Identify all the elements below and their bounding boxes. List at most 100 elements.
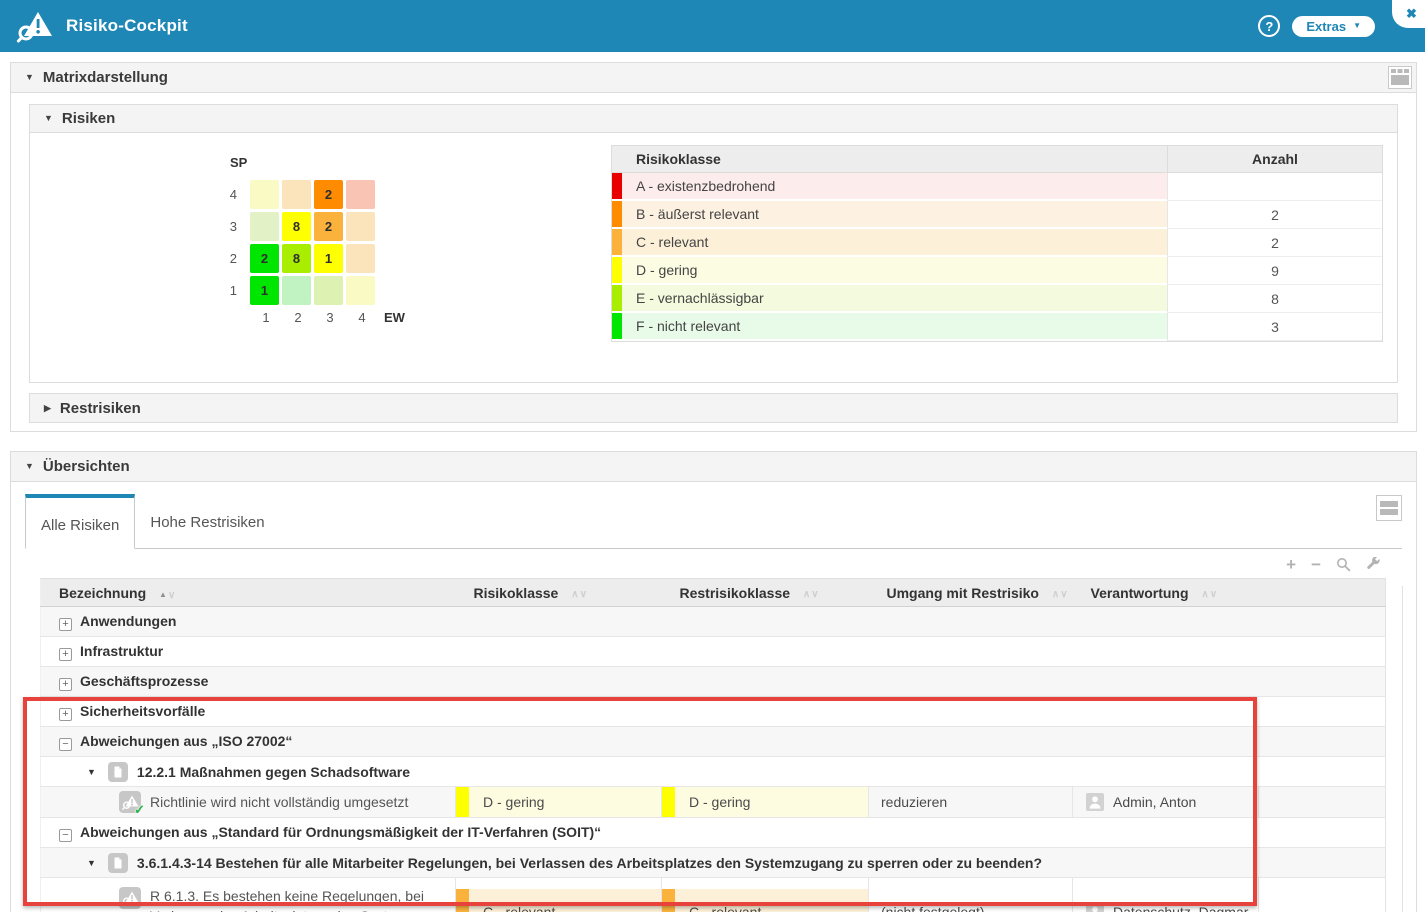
table-row-sicherheitsvorfaelle[interactable]: +Sicherheitsvorfälle	[41, 697, 1386, 727]
empty-cell	[1259, 878, 1386, 912]
expand-icon[interactable]: +	[59, 648, 72, 661]
help-button[interactable]: ?	[1258, 15, 1280, 37]
y-tick: 4	[216, 187, 250, 202]
restrisiken-section-header[interactable]: ▶ Restrisiken	[30, 394, 1397, 422]
matrix-row: 3 8 2	[216, 210, 405, 242]
tab-hohe-restrisiken[interactable]: Hohe Restrisiken	[135, 493, 279, 548]
table-row-massnahme-12-2-1[interactable]: ▼ 12.2.1 Maßnahmen gegen Schadsoftware	[41, 757, 1386, 787]
risk-class-row: C - relevant 2	[612, 229, 1382, 257]
class-count	[1167, 173, 1382, 201]
risk-class-cell: C - relevant	[456, 878, 662, 912]
table-row-anwendungen[interactable]: +Anwendungen	[41, 607, 1386, 637]
table-row-iso27002-group[interactable]: −Abweichungen aus „ISO 27002“	[41, 727, 1386, 757]
chevron-down-icon[interactable]: ▼	[87, 767, 96, 777]
chevron-down-icon: ▼	[25, 462, 34, 471]
table-header-row: Bezeichnung ▲∨ Risikoklasse ∧∨ Restrisik…	[41, 579, 1386, 607]
table-row-massnahme-3-6-1-4-3-14[interactable]: ▼ 3.6.1.4.3-14 Bestehen für alle Mitarbe…	[41, 848, 1386, 878]
column-header-verantwortung[interactable]: Verantwortung ∧∨	[1073, 579, 1259, 607]
collapse-icon[interactable]: −	[59, 738, 72, 751]
table-row-r-6-1-3[interactable]: R 6.1.3. Es bestehen keine Regelungen, b…	[41, 878, 1386, 912]
class-color-bar	[662, 889, 675, 912]
matrix-cell: 2	[314, 180, 343, 209]
sort-asc-icon: ∧	[571, 590, 578, 600]
y-axis-label: SP	[230, 155, 405, 170]
risk-matrix: SP 4 2 3 8	[216, 143, 405, 325]
sort-asc-icon: ▲	[159, 591, 167, 601]
table-row-infrastruktur[interactable]: +Infrastruktur	[41, 637, 1386, 667]
sort-desc-icon: ∨	[1210, 590, 1217, 600]
table-row-soit-group[interactable]: −Abweichungen aus „Standard für Ordnungs…	[41, 818, 1386, 848]
content-area: ▼ Matrixdarstellung ▼	[0, 52, 1425, 912]
wrench-icon[interactable]	[1366, 557, 1381, 572]
matrix-row: 4 2	[216, 178, 405, 210]
matrix-cell	[314, 276, 343, 305]
matrix-cell	[250, 180, 279, 209]
overview-table: Bezeichnung ▲∨ Risikoklasse ∧∨ Restrisik…	[40, 578, 1386, 912]
column-header-anzahl: Anzahl	[1167, 146, 1382, 172]
x-axis: 1 2 3 4 EW	[216, 310, 405, 325]
window-layout-icon[interactable]	[1388, 66, 1412, 93]
person-icon	[1086, 903, 1104, 912]
table-row-richtlinie[interactable]: ✓ Richtlinie wird nicht vollständig umge…	[41, 787, 1386, 818]
restrisiken-section: ▶ Restrisiken	[29, 393, 1398, 423]
chevron-down-icon: ▼	[44, 114, 53, 123]
class-color-bar	[612, 313, 622, 339]
restrisiken-section-title: Restrisiken	[60, 400, 141, 417]
class-count: 3	[1167, 313, 1382, 341]
column-header-bezeichnung[interactable]: Bezeichnung ▲∨	[41, 579, 456, 607]
class-count: 2	[1167, 201, 1382, 229]
extras-button[interactable]: Extras ▼	[1292, 16, 1375, 37]
class-label: A - existenzbedrohend	[636, 178, 775, 194]
risk-item-checked-icon: ✓	[119, 791, 141, 813]
matrix-cell: 8	[282, 244, 311, 273]
matrix-section-header[interactable]: ▼ Matrixdarstellung	[11, 63, 1416, 93]
matrix-cell	[346, 244, 375, 273]
remove-button[interactable]: −	[1311, 556, 1321, 573]
table-row-geschaeftsprozesse[interactable]: +Geschäftsprozesse	[41, 667, 1386, 697]
rows-layout-icon[interactable]	[1376, 495, 1402, 526]
class-color-bar	[612, 173, 622, 199]
class-color-bar	[456, 889, 469, 912]
column-header-risikoklasse: Risikoklasse	[612, 146, 1167, 172]
risiken-section-header[interactable]: ▼ Risiken	[30, 105, 1397, 133]
tab-alle-risiken[interactable]: Alle Risiken	[25, 494, 135, 549]
uebersichten-section: ▼ Übersichten Alle Risiken Hohe Restrisi…	[10, 451, 1417, 912]
class-color-bar	[612, 257, 622, 283]
matrix-section: ▼ Matrixdarstellung ▼	[10, 62, 1417, 432]
close-button[interactable]: ✖	[1392, 0, 1425, 28]
expand-icon[interactable]: +	[59, 708, 72, 721]
class-label: B - äußerst relevant	[636, 206, 759, 222]
matrix-cell: 2	[250, 244, 279, 273]
class-count: 8	[1167, 285, 1382, 313]
expand-icon[interactable]: +	[59, 678, 72, 691]
chevron-down-icon[interactable]: ▼	[87, 858, 96, 868]
matrix-section-body: ▼ Risiken SP 4 2	[11, 93, 1416, 431]
tab-bar: Alle Risiken Hohe Restrisiken	[25, 493, 1402, 549]
document-icon	[108, 853, 128, 873]
extras-label: Extras	[1306, 19, 1346, 34]
uebersichten-section-title: Übersichten	[43, 458, 130, 475]
collapse-icon[interactable]: −	[59, 829, 72, 842]
matrix-cell: 1	[250, 276, 279, 305]
column-header-umgang[interactable]: Umgang mit Restrisiko ∧∨	[869, 579, 1073, 607]
residual-class-cell: D - gering	[662, 787, 869, 818]
y-tick: 2	[216, 251, 250, 266]
matrix-section-title: Matrixdarstellung	[43, 69, 168, 86]
owner-cell: Datenschutz, Dagmar	[1073, 878, 1259, 912]
column-header-empty	[1259, 579, 1386, 607]
risk-class-cell: D - gering	[456, 787, 662, 818]
uebersichten-body: Alle Risiken Hohe Restrisiken +	[11, 482, 1416, 912]
y-tick: 1	[216, 283, 250, 298]
add-button[interactable]: +	[1286, 556, 1296, 573]
risk-item-icon	[119, 887, 141, 909]
risk-warning-magnifier-icon	[16, 9, 56, 43]
column-header-risikoklasse[interactable]: Risikoklasse ∧∨	[456, 579, 662, 607]
search-icon[interactable]	[1336, 557, 1351, 572]
column-header-restrisikoklasse[interactable]: Restrisikoklasse ∧∨	[662, 579, 869, 607]
expand-icon[interactable]: +	[59, 618, 72, 631]
titlebar: Risiko-Cockpit ? Extras ▼ ✖	[0, 0, 1425, 52]
check-icon: ✓	[134, 802, 145, 818]
uebersichten-section-header[interactable]: ▼ Übersichten	[11, 452, 1416, 482]
risk-class-table: Risikoklasse Anzahl A - existenzbedrohen…	[611, 145, 1383, 342]
y-tick: 3	[216, 219, 250, 234]
